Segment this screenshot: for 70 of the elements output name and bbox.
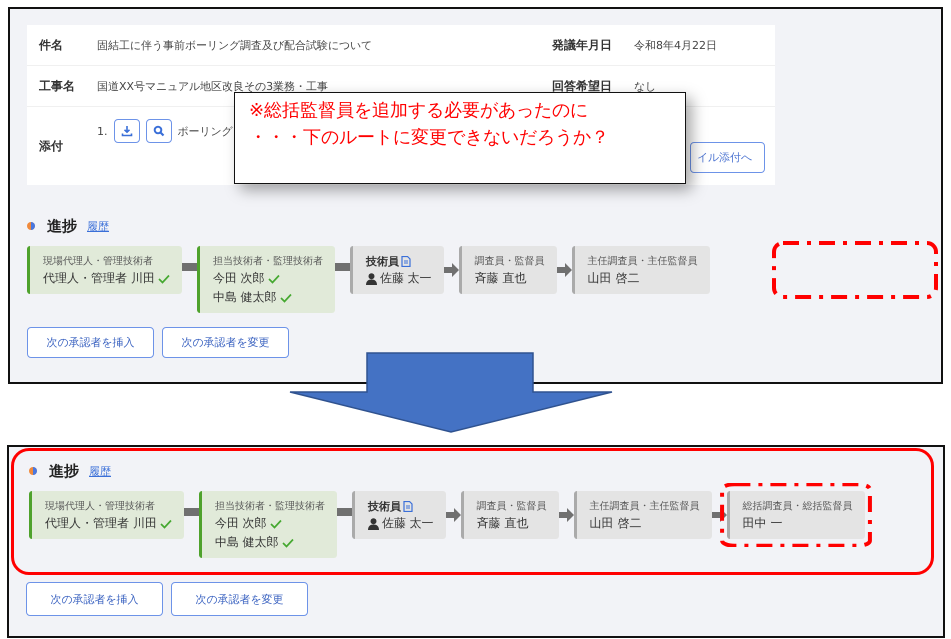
status-dot-icon [27,222,35,230]
role-label: 現場代理人・管理技術者 [45,500,155,513]
approver-button[interactable]: 次の承認者を挿入 [26,582,163,616]
field-value: 固結工に伴う事前ボーリング調査及び配合試験について [97,38,373,52]
arrow-icon [558,508,574,522]
approver-name: 中島 健太郎 [212,289,277,306]
history-link[interactable]: 履歴 [89,464,111,478]
approver-button[interactable]: 次の承認者を挿入 [27,327,154,358]
role-label: 現場代理人・管理技術者 [43,254,153,268]
role-label: 調査員・監督員 [476,500,547,513]
document-icon [400,256,411,266]
search-button[interactable] [146,119,172,143]
role-label: 調査員・監督員 [474,254,545,268]
approver-name: 代理人・管理者 川田 [45,515,157,532]
role-label: 主任調査員・主任監督員 [588,254,698,268]
field-label: 回答希望日 [552,78,613,94]
callout-text: ※総括監督員を追加する必要があったのに [249,99,590,123]
status-dot-icon [29,467,37,475]
role-label: 担当技術者・監理技術者 [212,254,323,268]
approver-name: 今田 次郎 [214,515,267,532]
list-number: 1. [97,124,108,138]
approver-button[interactable]: 次の承認者を変更 [162,327,289,358]
document-icon [402,500,413,512]
approver-name: 中島 健太郎 [214,534,279,551]
check-icon [282,538,294,548]
section-title: 進捗 [47,216,77,236]
person-icon [366,272,377,284]
approver-name: 今田 次郎 [212,270,265,287]
field-label: 発議年月日 [552,36,613,54]
file-name: ボーリング [178,124,232,138]
approver-button[interactable]: 次の承認者を変更 [171,582,308,616]
check-icon [160,518,172,528]
field-value: 令和8年4月22日 [634,38,718,52]
field-label: 添付 [39,138,64,154]
approver-name: 佐藤 太一 [380,270,432,287]
field-label: 件名 [39,36,64,54]
role-label: 技術員 [368,498,401,514]
role-label: 担当技術者・監理技術者 [214,500,325,513]
arrow-icon [556,263,572,277]
history-link[interactable]: 履歴 [87,218,109,234]
connector-bar [184,508,199,516]
arrow-icon [444,263,459,277]
check-icon [280,292,292,302]
role-label: 主任調査員・主任監督員 [590,500,700,513]
section-title: 進捗 [49,462,79,480]
approver-name: 田中 一 [742,515,782,532]
attach-file-button[interactable]: イル添付へ [690,142,765,173]
connector-bar [334,263,350,271]
role-label: 総括調査員・総括監督員 [742,500,853,513]
approver-name: 斉藤 直也 [474,270,526,287]
check-icon [158,274,170,284]
approver-name: 山田 啓二 [590,515,642,532]
field-value: 国道XX号マニュアル地区改良その3業務・工事 [97,78,330,94]
connector-bar [336,508,352,516]
connector-bar [182,263,197,271]
check-icon [270,518,282,528]
approver-name: 佐藤 太一 [382,515,434,532]
approver-name: 斉藤 直也 [476,515,528,532]
field-label: 工事名 [39,78,76,94]
approver-name: 山田 啓二 [588,270,640,287]
arrow-icon [446,508,461,522]
search-icon [152,125,164,137]
person-icon [368,518,379,530]
field-value: なし [634,78,657,94]
download-icon [120,125,132,137]
role-label: 技術員 [366,254,399,268]
download-button[interactable] [114,119,140,143]
callout-text: ・・・下のルートに変更できないだろうか？ [249,126,610,150]
approver-name: 代理人・管理者 川田 [43,270,155,287]
check-icon [268,274,280,284]
